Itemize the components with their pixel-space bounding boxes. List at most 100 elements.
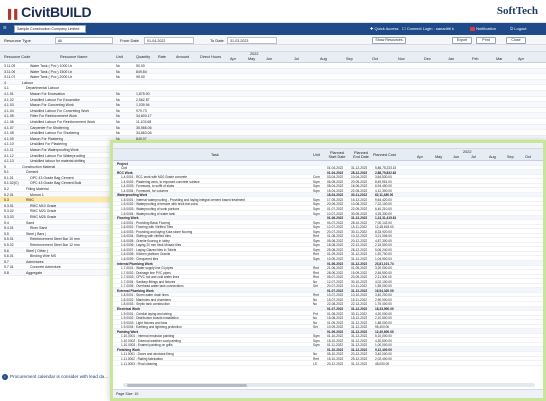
- resource-code-cell: 5.3.01: [4, 203, 14, 208]
- resource-name-cell: Binding Wire MS: [30, 254, 57, 259]
- resource-unit-cell: No: [116, 64, 121, 68]
- col-planned-cost[interactable]: Planned Cost: [373, 153, 396, 157]
- resource-code-cell: 4.1.01: [4, 91, 14, 96]
- resource-code-cell: 5.1.02(C): [4, 181, 19, 186]
- from-date-label: From Date: [120, 38, 139, 43]
- menu-icon[interactable]: ☰: [3, 25, 7, 30]
- task-cost-cell: 45,000.00: [375, 361, 390, 366]
- col-front-year: 2022: [463, 149, 472, 154]
- resource-name-cell: Fitter For Reinforcement Work: [30, 114, 78, 119]
- resource-name-cell: Unskilled For Plastering: [30, 142, 67, 147]
- resource-quantity-cell: 1,875.00: [136, 91, 150, 96]
- col-task-unit[interactable]: Unit: [313, 153, 320, 157]
- task-unit-cell: LS: [313, 361, 317, 366]
- popup-footer: Page Size: 10: [113, 389, 543, 398]
- task-row[interactable]: 1.11.0003 : Final cleaning LS 20-12-2022 31…: [113, 361, 543, 366]
- resource-name-cell: Admixtures: [26, 259, 44, 264]
- resource-name-cell: Water Tank ( Pvc ) 1500 Ltr: [30, 69, 73, 74]
- resource-type-label: Resource Type: [4, 38, 31, 43]
- resource-code-cell: 4.1.07: [4, 125, 14, 130]
- resource-name-cell: Aggregate: [26, 270, 43, 275]
- app-header: ▌▌CivitBUILD SoftTech: [0, 0, 546, 23]
- resource-type-select[interactable]: All: [55, 37, 113, 44]
- resource-name-cell: OPC 43 Grade Bag Cement: [30, 175, 74, 180]
- resource-name-cell: Cement: [26, 170, 39, 175]
- resource-name-cell: Departmental Labour: [26, 86, 59, 91]
- col-rate[interactable]: Rate: [158, 55, 166, 59]
- to-date-label: To Date: [210, 38, 224, 43]
- horizontal-scrollbar[interactable]: [123, 383, 535, 387]
- scrollbar-thumb[interactable]: [127, 383, 247, 387]
- col-task[interactable]: Task: [211, 153, 219, 157]
- resource-code-cell: 5.6.01: [4, 254, 14, 259]
- resource-name-cell: Construction Material: [22, 164, 56, 169]
- col-apr-next: Apr: [518, 57, 524, 61]
- quick-access-link[interactable]: ✚ Quick Access: [370, 26, 398, 31]
- from-date-input[interactable]: 01-04-2022: [144, 37, 194, 44]
- notification-link[interactable]: Notification: [470, 26, 496, 31]
- resource-name-cell: Mason For Waterproofing Work: [30, 147, 79, 152]
- quick-access-label: Quick Access: [374, 26, 399, 31]
- col-unit[interactable]: Unit: [116, 55, 123, 59]
- col-front-sep: Sep: [507, 155, 514, 159]
- resource-code-cell: 4.1.08: [4, 131, 14, 136]
- col-quantity[interactable]: Quantity: [136, 55, 150, 59]
- resource-code-cell: 3.11.07: [4, 75, 16, 80]
- logout-link[interactable]: ⏻ Logout: [510, 26, 527, 31]
- resource-quantity-cell: 34,603.17: [136, 114, 152, 119]
- connect-login-link[interactable]: ☐ Connect Login : sanaditti k: [402, 26, 454, 31]
- col-feb: Feb: [472, 57, 479, 61]
- resource-name-cell: Mason For Concreting Work: [30, 103, 74, 108]
- company-select[interactable]: Sample Construction Company Limited: [14, 25, 86, 33]
- procurement-notice-text: Procurement calendar is consider with le…: [10, 374, 109, 379]
- resource-name-cell: Water Tank ( Pvc ) 2000 Ltr: [30, 75, 73, 80]
- close-button[interactable]: Close: [506, 37, 526, 44]
- resource-code-cell: 5.3.02: [4, 209, 14, 214]
- task-end-cell: 31-12-2022: [351, 361, 368, 366]
- col-planned-start[interactable]: Planned Start Date: [327, 151, 347, 159]
- col-planned-end[interactable]: Planned End Date: [351, 151, 371, 159]
- resource-code-cell: 4.1.04: [4, 108, 14, 113]
- col-jan: Jan: [448, 57, 455, 61]
- page-size-label[interactable]: Page Size: 10: [116, 392, 138, 396]
- logout-label: Logout: [514, 26, 527, 31]
- col-front-may: May: [435, 155, 443, 159]
- planned-cost-popup: Task Unit Planned Start Date Planned End…: [110, 140, 546, 401]
- resource-code-cell: 5.5: [4, 231, 9, 236]
- logo-mark-icon: ▌▌: [8, 9, 21, 19]
- resource-name-cell: Steel ( Other ): [26, 248, 48, 253]
- resource-name-cell: Mason For Excavation: [30, 91, 65, 96]
- resource-name-cell: Carpenter For Shuttering: [30, 125, 69, 130]
- resource-code-cell: 4.1.02: [4, 97, 14, 102]
- resource-quantity-cell: 34,663.06: [136, 131, 152, 136]
- resource-quantity-cell: 50.00: [136, 64, 145, 68]
- col-resource-code[interactable]: Resource Code: [4, 55, 30, 59]
- resource-code-cell: 5.2.01: [4, 192, 14, 197]
- popup-grid-header: Task Unit Planned Start Date Planned End…: [113, 149, 543, 161]
- col-resource-name[interactable]: Resource Name: [60, 55, 87, 59]
- resource-code-cell: 4.1.09: [4, 136, 14, 141]
- print-button[interactable]: Print: [476, 37, 496, 44]
- resource-name-cell: RMC: [26, 198, 34, 203]
- col-jul: Jul: [294, 57, 299, 61]
- resource-code-cell: 4: [4, 80, 6, 85]
- col-front-aug: Aug: [489, 155, 496, 159]
- col-direct-hours[interactable]: Direct Hours: [200, 55, 221, 59]
- resource-code-cell: 5.5.01: [4, 237, 14, 242]
- to-date-input[interactable]: 31-03-2023: [227, 37, 277, 44]
- show-resources-button[interactable]: Show Resources: [372, 37, 406, 44]
- notification-label: Notification: [476, 26, 496, 31]
- resource-name-cell: OPC 43 Grade Bag Cement Bulk: [30, 181, 82, 186]
- col-mar: Mar: [496, 57, 503, 61]
- top-navigation-bar: ☰ Sample Construction Company Limited ✚ …: [0, 23, 546, 35]
- app-logo: ▌▌CivitBUILD: [8, 4, 92, 20]
- col-apr: Apr: [230, 57, 236, 61]
- col-jun: Jun: [266, 57, 273, 61]
- resource-name-cell: Murum 1: [30, 192, 44, 197]
- task-start-cell: 20-12-2022: [327, 361, 344, 366]
- export-button[interactable]: Export: [452, 37, 472, 44]
- resource-code-cell: 5.3.03: [4, 215, 14, 220]
- resource-name-cell: Sand: [26, 220, 35, 225]
- resource-code-cell: 5.4: [4, 220, 9, 225]
- col-amount[interactable]: Amount: [176, 55, 189, 59]
